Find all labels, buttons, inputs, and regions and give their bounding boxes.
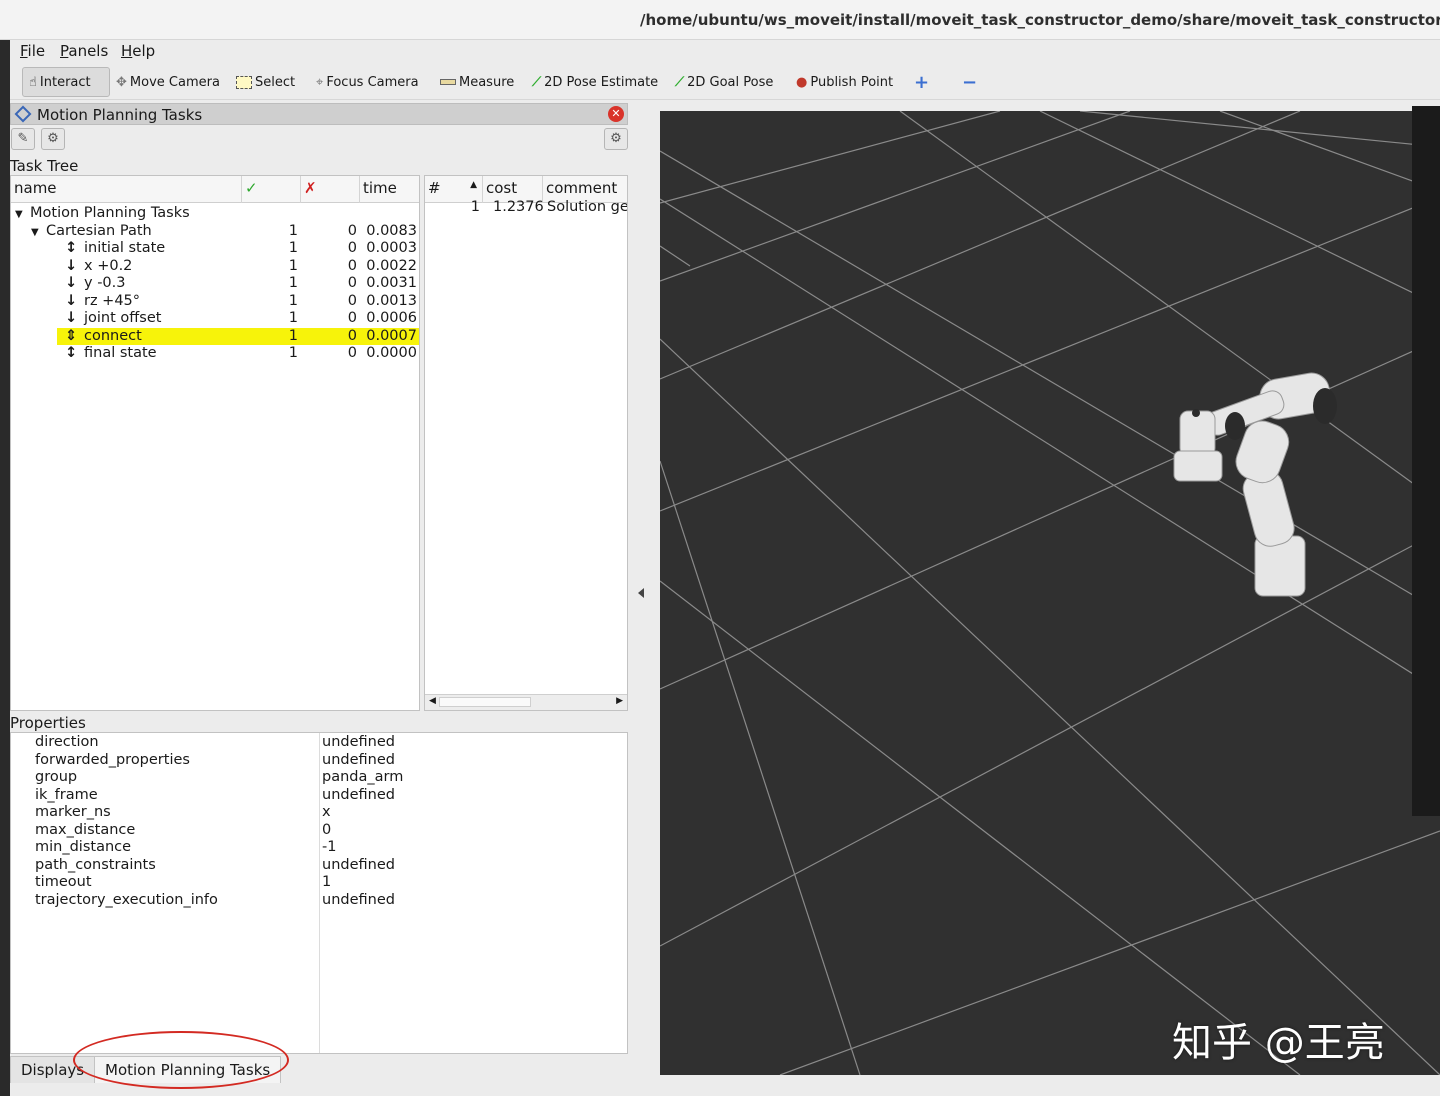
column-failure[interactable]: ✗ — [301, 176, 360, 203]
menu-panels[interactable]: Panels — [60, 42, 108, 60]
collapse-arrow-icon[interactable] — [638, 588, 644, 598]
connect-icon: ⇕ — [65, 327, 78, 344]
toolbar: ☝ Interact ✥ Move Camera Select ⌖ Focus Cam… — [10, 64, 1440, 100]
task-tree-header: name ✓ ✗ time — [11, 176, 419, 203]
expand-arrow-icon: ▼ — [15, 209, 23, 220]
side-dock-strip — [1412, 106, 1440, 816]
watermark: 知乎 @王亮 — [1172, 1020, 1385, 1066]
annotation-ellipse — [73, 1031, 289, 1089]
menu-help[interactable]: Help — [121, 42, 155, 60]
property-row[interactable]: timeout 1 — [11, 874, 627, 892]
green-arrow-icon: ⟋ — [675, 74, 685, 90]
pin-icon: ● — [796, 74, 808, 90]
property-row[interactable]: group panda_arm — [11, 769, 627, 787]
bidirectional-arrow-icon: ↕ — [65, 240, 78, 256]
focus-camera-icon: ⌖ — [316, 74, 324, 90]
interact-tool[interactable]: ☝ Interact — [22, 67, 110, 97]
tree-row[interactable]: ↓ rz +45° 1 0 0.0013 — [11, 293, 419, 311]
window-title: /home/ubuntu/ws_moveit/install/moveit_ta… — [640, 11, 1440, 29]
move-camera-tool[interactable]: ✥ Move Camera — [110, 67, 226, 97]
property-row[interactable]: marker_ns x — [11, 804, 627, 822]
properties-table[interactable]: direction undefined forwarded_properties u… — [10, 732, 628, 1054]
property-row[interactable]: ik_frame undefined — [11, 787, 627, 805]
plus-icon: + — [914, 71, 930, 93]
green-arrow-icon: ⟋ — [532, 74, 542, 90]
tree-row[interactable]: ↓ x +0.2 1 0 0.0022 — [11, 258, 419, 276]
tree-row[interactable]: ▼ Cartesian Path 1 0 0.0083 — [11, 223, 419, 241]
property-row[interactable]: max_distance 0 — [11, 822, 627, 840]
task-tree[interactable]: name ✓ ✗ time ▼ Motion Planning Tasks ▼ … — [10, 175, 420, 711]
column-success[interactable]: ✓ — [242, 176, 301, 203]
tree-row[interactable]: ↕ final state 1 0 0.0000 — [11, 345, 419, 363]
settings-button[interactable]: ⚙ — [41, 128, 65, 150]
pose-estimate-tool[interactable]: ⟋ 2D Pose Estimate — [526, 67, 664, 97]
add-tool-button[interactable]: + — [908, 67, 935, 97]
measure-tool[interactable]: Measure — [434, 67, 520, 97]
edit-button[interactable]: ✎ — [11, 128, 35, 150]
3d-viewport[interactable] — [660, 111, 1440, 1075]
column-name[interactable]: name — [11, 176, 242, 203]
menu-file[interactable]: File — [20, 42, 45, 60]
robot-arm — [1173, 372, 1337, 597]
down-arrow-icon: ↓ — [65, 310, 78, 326]
title-bar: /home/ubuntu/ws_moveit/install/moveit_ta… — [0, 0, 1440, 40]
goal-pose-tool[interactable]: ⟋ 2D Goal Pose — [669, 67, 779, 97]
sort-ascending-icon: ▲ — [470, 180, 477, 190]
publish-point-tool[interactable]: ● Publish Point — [790, 67, 899, 97]
properties-label: Properties — [10, 714, 86, 732]
task-tree-label: Task Tree — [10, 157, 79, 175]
property-row[interactable]: forwarded_properties undefined — [11, 752, 627, 770]
focus-camera-tool[interactable]: ⌖ Focus Camera — [310, 67, 425, 97]
expand-arrow-icon: ▼ — [31, 226, 39, 238]
move-camera-icon: ✥ — [116, 74, 127, 90]
down-arrow-icon: ↓ — [65, 292, 78, 309]
minus-icon: − — [962, 71, 978, 93]
window-edge — [0, 0, 10, 1096]
bidirectional-arrow-icon: ↕ — [65, 345, 78, 361]
tree-row-selected[interactable]: ⇕ connect 1 0 0.0007 — [57, 327, 419, 345]
property-row[interactable]: trajectory_execution_info undefined — [11, 892, 627, 910]
solution-row[interactable]: 1 1.2376 Solution ge — [425, 199, 627, 217]
tree-row[interactable]: ▼ Motion Planning Tasks — [11, 205, 419, 223]
down-arrow-icon: ↓ — [65, 275, 78, 291]
scroll-thumb[interactable] — [439, 697, 531, 707]
menu-bar: File Panels Help — [10, 40, 1440, 62]
search-settings-button[interactable]: ⚙ — [604, 128, 628, 150]
scroll-left-icon[interactable]: ◀ — [429, 696, 436, 706]
tree-row[interactable]: ↕ initial state 1 0 0.0003 — [11, 240, 419, 258]
horizontal-scrollbar[interactable]: ◀ ▶ — [425, 694, 627, 710]
gear-search-icon: ⚙ — [610, 131, 622, 146]
select-icon — [236, 75, 252, 89]
close-icon[interactable]: ✕ — [608, 106, 624, 122]
tree-row[interactable]: ↓ y -0.3 1 0 0.0031 — [11, 275, 419, 293]
column-time[interactable]: time — [360, 176, 419, 203]
panel-header: Motion Planning Tasks ✕ — [10, 103, 628, 125]
select-tool[interactable]: Select — [230, 67, 301, 97]
panel-diamond-icon — [14, 105, 32, 123]
gear-icon: ⚙ — [47, 131, 59, 146]
ruler-icon — [440, 79, 456, 85]
property-row[interactable]: path_constraints undefined — [11, 857, 627, 875]
hand-icon: ☝ — [29, 74, 37, 90]
solutions-list[interactable]: # ▲ cost comment 1 1.2376 Solution ge ◀ … — [424, 175, 628, 711]
tree-row[interactable]: ↓ joint offset 1 0 0.0006 — [11, 310, 419, 328]
panel-title: Motion Planning Tasks — [37, 106, 203, 124]
remove-tool-button[interactable]: − — [956, 67, 983, 97]
scroll-right-icon[interactable]: ▶ — [616, 696, 623, 706]
edit-icon: ✎ — [17, 131, 29, 146]
property-row[interactable]: min_distance -1 — [11, 839, 627, 857]
down-arrow-icon: ↓ — [65, 257, 78, 274]
property-row[interactable]: direction undefined — [11, 734, 627, 752]
